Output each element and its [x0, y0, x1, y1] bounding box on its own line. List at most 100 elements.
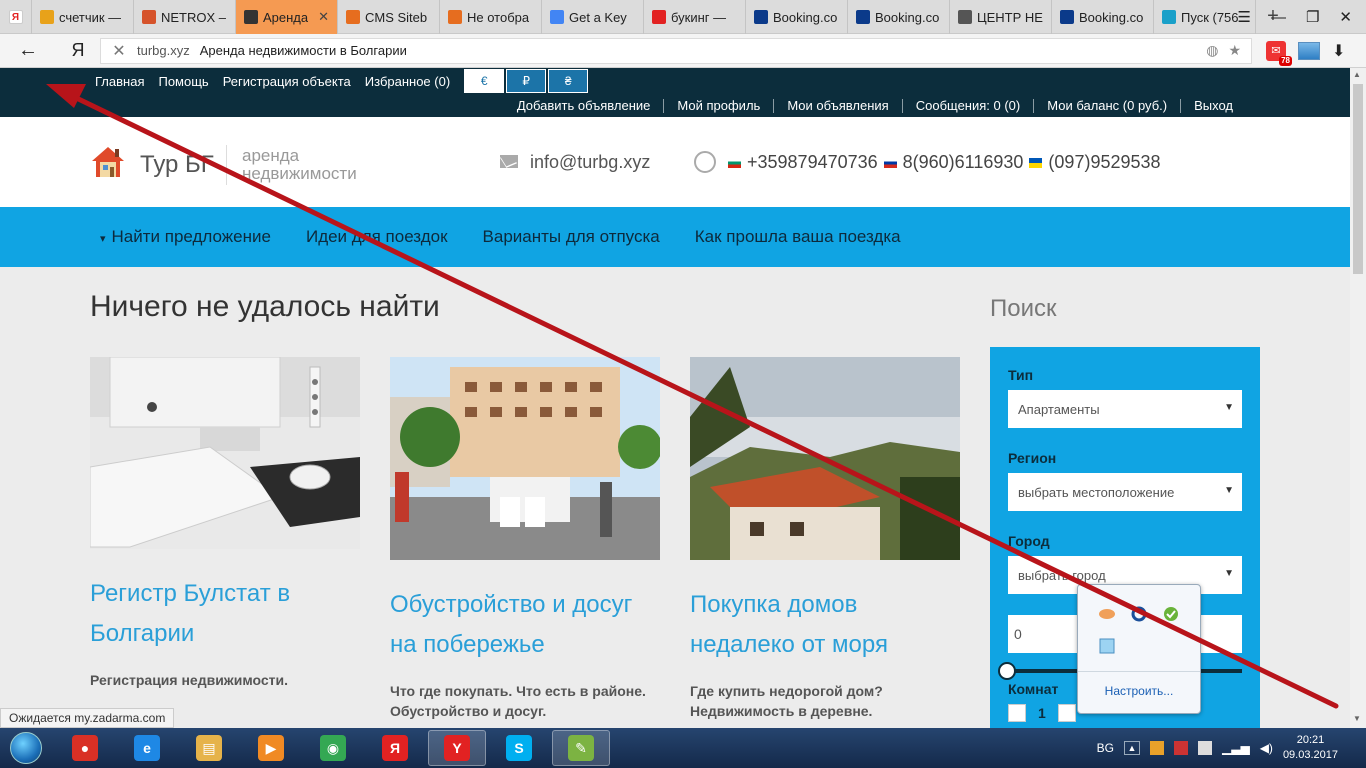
browser-tab[interactable]: NETROX –	[134, 0, 236, 34]
topnav-favorites[interactable]: Избранное (0)	[365, 74, 450, 89]
browser-tab[interactable]: Аренда ✕	[236, 0, 338, 34]
price-slider-handle[interactable]	[998, 662, 1016, 680]
article-title[interactable]: Покупка домов недалеко от моря	[690, 585, 960, 665]
taskbar-app-skype[interactable]: S	[490, 730, 548, 766]
tab-title: Не отобра	[467, 9, 530, 25]
taskbar-app-chrome[interactable]: ◉	[304, 730, 362, 766]
back-arrow-icon[interactable]: ←	[0, 39, 56, 62]
currency-uah-button[interactable]: ₴	[548, 69, 589, 93]
usernav-profile[interactable]: Мой профиль	[663, 99, 773, 113]
pill-icon[interactable]	[1098, 605, 1116, 623]
scrollbar-thumb[interactable]	[1353, 84, 1363, 274]
taskbar-app-yandex-browser[interactable]: Y	[428, 730, 486, 766]
scroll-up-icon[interactable]: ▲	[1353, 70, 1361, 79]
browser-tab[interactable]: Booking.co	[1052, 0, 1154, 34]
browser-tab[interactable]: Booking.co	[848, 0, 950, 34]
brand-name[interactable]: Тур БГ	[140, 151, 214, 179]
taskbar-app-explorer[interactable]: ▤	[180, 730, 238, 766]
article-card-coast: Обустройство и досуг на побережье Что гд…	[390, 357, 662, 721]
nav-find-offer[interactable]: ▾ Найти предложение	[100, 227, 271, 247]
stop-loading-icon[interactable]: ✕	[101, 41, 137, 61]
bookmark-star-icon[interactable]: ★	[1228, 42, 1241, 59]
download-icon[interactable]: ⬇	[1332, 41, 1345, 61]
sync-icon[interactable]	[1130, 605, 1148, 623]
nav-trip-ideas[interactable]: Идеи для поездок	[306, 227, 448, 247]
dropdown-arrow-icon: ▼	[1224, 402, 1234, 413]
browser-tab[interactable]: CMS Siteb	[338, 0, 440, 34]
tray-expand-icon[interactable]: ▲	[1124, 741, 1141, 755]
taskbar-app-notepad[interactable]: ✎	[552, 730, 610, 766]
article-title[interactable]: Регистр Булстат в Болгарии	[90, 574, 360, 654]
tray-device-icon[interactable]	[1198, 741, 1213, 755]
page-title: Ничего не удалось найти	[90, 290, 440, 323]
brand-tagline: аренда недвижимости	[242, 146, 357, 183]
close-tab-icon[interactable]: ✕	[318, 9, 329, 25]
tab-title: Get a Key	[569, 9, 627, 25]
volume-icon[interactable]: ◀)	[1260, 741, 1273, 755]
page-scrollbar[interactable]: ▲ ▼	[1350, 68, 1366, 728]
taskbar-app-yandex[interactable]: Я	[366, 730, 424, 766]
close-window-icon[interactable]: ✕	[1339, 8, 1352, 26]
tray-overflow-popup: Настроить...	[1077, 584, 1201, 714]
article-title[interactable]: Обустройство и досуг на побережье	[390, 585, 660, 665]
usernav-add-listing[interactable]: Добавить объявление	[504, 99, 664, 113]
taskbar-app-ie[interactable]: e	[118, 730, 176, 766]
usernav-my-listings[interactable]: Мои объявления	[773, 99, 901, 113]
network-error-icon[interactable]	[1174, 741, 1189, 755]
contact-email[interactable]: info@turbg.xyz	[530, 152, 650, 173]
nav-trip-reviews[interactable]: Как прошла ваша поездка	[695, 227, 901, 247]
currency-eur-button[interactable]: €	[464, 69, 505, 93]
phone-ua: (097)9529538	[1048, 152, 1161, 172]
window-controls: ☰ — ❐ ✕	[1238, 0, 1366, 34]
browser-tab[interactable]: ЦЕНТР НЕ	[950, 0, 1052, 34]
tab-favicon-icon	[40, 10, 54, 24]
yandex-logo-icon[interactable]: Я	[56, 40, 100, 61]
tab-favicon-icon	[856, 10, 870, 24]
site-header: Тур БГ аренда недвижимости info@turbg.xy…	[0, 117, 1350, 207]
browser-tab[interactable]: Не отобра	[440, 0, 542, 34]
scroll-down-icon[interactable]: ▼	[1353, 714, 1361, 723]
type-select[interactable]: Апартаменты ▼	[1008, 390, 1242, 428]
rooms-checkbox[interactable]	[1058, 704, 1076, 722]
browser-tab[interactable]: Get a Key	[542, 0, 644, 34]
start-button[interactable]	[2, 728, 50, 768]
signal-bars-icon[interactable]: ▁▃▅	[1222, 741, 1250, 755]
system-clock[interactable]: 20:21 09.03.2017	[1283, 733, 1338, 763]
taskbar-app-microphone[interactable]: ●	[56, 730, 114, 766]
tray-configure-link[interactable]: Настроить...	[1078, 671, 1200, 698]
browser-tab[interactable]: счетчик —	[32, 0, 134, 34]
nav-holiday-options[interactable]: Варианты для отпуска	[483, 227, 660, 247]
rooms-1-checkbox[interactable]	[1008, 704, 1026, 722]
browser-tab[interactable]: Booking.co	[746, 0, 848, 34]
minimize-icon[interactable]: —	[1271, 9, 1286, 26]
usernav-balance[interactable]: Мои баланс (0 руб.)	[1033, 99, 1180, 113]
topnav-register-property[interactable]: Регистрация объекта	[223, 74, 351, 89]
article-image-desk[interactable]	[89, 356, 360, 549]
russia-flag-icon	[883, 157, 897, 168]
taskbar-app-media[interactable]: ▶	[242, 730, 300, 766]
url-field[interactable]: ✕ turbg.xyz Аренда недвижимости в Болгар…	[100, 37, 1252, 64]
article-image-street[interactable]	[390, 357, 662, 560]
notes-icon[interactable]	[1098, 637, 1116, 655]
browser-menu-icon[interactable]: ☰	[1238, 8, 1251, 26]
usernav-messages[interactable]: Сообщения: 0 (0)	[901, 99, 1034, 113]
article-image-village[interactable]	[690, 357, 960, 560]
house-logo-icon[interactable]	[90, 145, 126, 179]
image-extension-icon[interactable]	[1298, 41, 1320, 60]
mail-extension-icon[interactable]: ✉ 78	[1266, 40, 1292, 66]
tray-app-icon[interactable]	[1150, 741, 1165, 755]
usernav-logout[interactable]: Выход	[1180, 99, 1246, 113]
phone-ru: 8(960)6116930	[902, 152, 1024, 172]
security-check-icon[interactable]	[1162, 605, 1180, 623]
browser-tab[interactable]: букинг —	[644, 0, 746, 34]
clock-date: 09.03.2017	[1282, 749, 1338, 761]
topnav-home[interactable]: Главная	[95, 74, 144, 89]
restore-icon[interactable]: ❐	[1306, 8, 1319, 26]
tab-yandex-home[interactable]: Я	[0, 0, 32, 34]
region-select[interactable]: выбрать местоположение ▼	[1008, 473, 1242, 511]
translate-icon[interactable]: ◍	[1206, 42, 1218, 59]
tab-title: Пуск (756	[1181, 9, 1239, 25]
input-language[interactable]: BG	[1097, 741, 1114, 755]
currency-rub-button[interactable]: ₽	[506, 69, 547, 93]
topnav-help[interactable]: Помощь	[158, 74, 208, 89]
